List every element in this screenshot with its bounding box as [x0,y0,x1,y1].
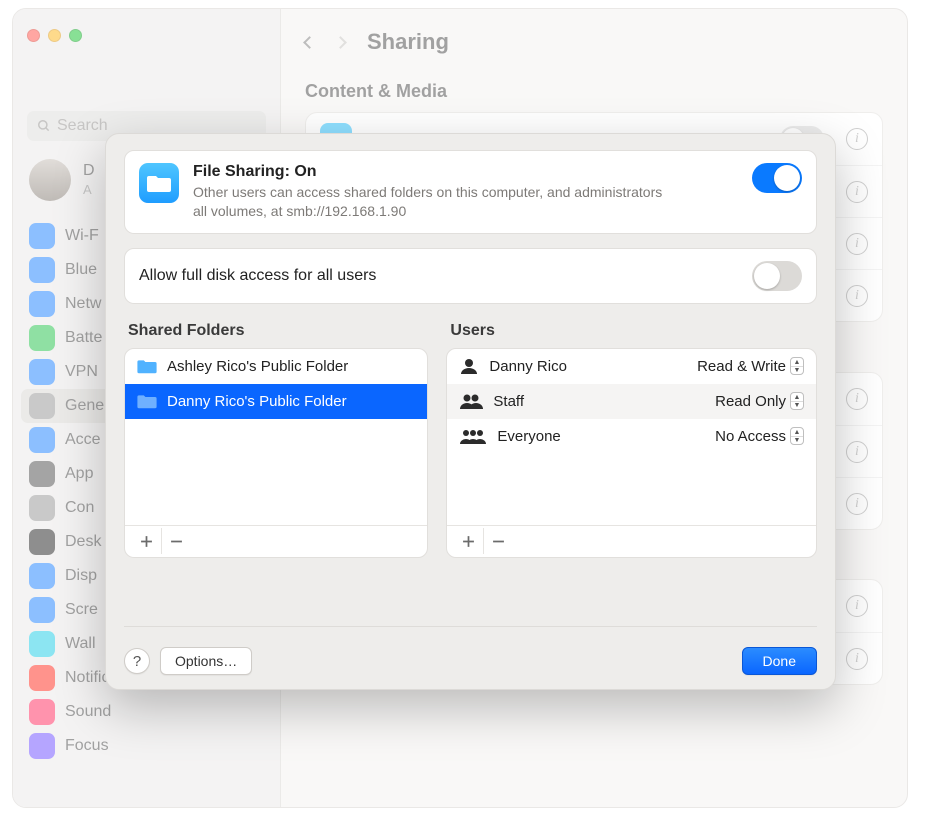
minus-icon [170,535,183,548]
add-user-button[interactable] [453,528,483,554]
user-name: Staff [493,393,524,410]
chevron-up-icon: ▲ [791,393,803,402]
permission-stepper[interactable]: ▲ ▼ [790,427,804,445]
file-sharing-desc: Other users can access shared folders on… [193,183,673,221]
file-sharing-sheet: File Sharing: On Other users can access … [105,133,836,690]
folder-label: Ashley Rico's Public Folder [167,358,348,375]
chevron-down-icon: ▼ [791,367,803,375]
modal-overlay: File Sharing: On Other users can access … [0,0,932,826]
file-sharing-title: File Sharing: On [193,163,738,181]
user-row[interactable]: Danny Rico Read & Write ▲ ▼ [447,349,816,384]
full-disk-access-row: Allow full disk access for all users [124,248,817,304]
group-icon [459,393,483,409]
shared-folder-row[interactable]: Ashley Rico's Public Folder [125,349,427,384]
full-disk-access-toggle[interactable] [752,261,802,291]
minus-icon [492,535,505,548]
done-label: Done [763,653,796,669]
plus-icon [462,535,475,548]
help-button[interactable]: ? [124,648,150,674]
folder-icon [137,393,157,409]
users-list: Danny Rico Read & Write ▲ ▼ Staff Read O… [446,348,817,558]
options-button[interactable]: Options… [160,647,252,675]
user-permission: Read Only [715,393,786,410]
file-sharing-icon [139,163,179,203]
full-disk-access-label: Allow full disk access for all users [139,267,376,285]
user-name: Everyone [497,428,560,445]
sheet-footer: ? Options… Done [124,626,817,675]
user-row[interactable]: Everyone No Access ▲ ▼ [447,419,816,454]
shared-folders-title: Shared Folders [128,322,428,340]
person-icon [459,358,479,374]
help-icon: ? [133,653,141,670]
chevron-up-icon: ▲ [791,428,803,437]
user-name: Danny Rico [489,358,567,375]
user-row[interactable]: Staff Read Only ▲ ▼ [447,384,816,419]
plus-icon [140,535,153,548]
chevron-down-icon: ▼ [791,437,803,445]
file-sharing-card: File Sharing: On Other users can access … [124,150,817,234]
shared-folder-row[interactable]: Danny Rico's Public Folder [125,384,427,419]
users-title: Users [450,322,817,340]
options-label: Options… [175,653,237,669]
remove-folder-button[interactable] [161,528,191,554]
folder-label: Danny Rico's Public Folder [167,393,347,410]
chevron-up-icon: ▲ [791,358,803,367]
user-permission: Read & Write [697,358,786,375]
done-button[interactable]: Done [742,647,817,675]
remove-user-button[interactable] [483,528,513,554]
file-sharing-toggle[interactable] [752,163,802,193]
shared-folders-list: Ashley Rico's Public Folder Danny Rico's… [124,348,428,558]
everyone-icon [459,428,487,444]
add-folder-button[interactable] [131,528,161,554]
permission-stepper[interactable]: ▲ ▼ [790,392,804,410]
user-permission: No Access [715,428,786,445]
permission-stepper[interactable]: ▲ ▼ [790,357,804,375]
chevron-down-icon: ▼ [791,402,803,410]
folder-icon [137,358,157,374]
